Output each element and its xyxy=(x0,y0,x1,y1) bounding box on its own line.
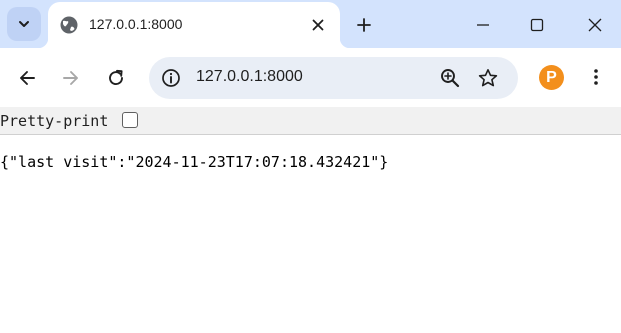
back-arrow-icon xyxy=(20,71,35,85)
pretty-print-bar: Pretty-print xyxy=(0,107,621,135)
plus-icon xyxy=(357,18,371,32)
omnibox[interactable]: 127.0.0.1:8000 xyxy=(149,57,518,99)
zoom-button[interactable] xyxy=(438,66,462,90)
profile-avatar[interactable]: P xyxy=(539,65,564,90)
menu-button[interactable] xyxy=(584,65,608,89)
back-button[interactable] xyxy=(14,65,40,91)
active-tab[interactable]: 127.0.0.1:8000 xyxy=(38,2,350,48)
window-close-icon xyxy=(588,18,602,32)
reload-icon xyxy=(109,69,123,86)
kebab-menu-icon xyxy=(594,69,598,85)
minimize-icon xyxy=(477,24,489,26)
globe-icon xyxy=(60,16,78,34)
forward-arrow-icon xyxy=(63,71,78,85)
pretty-print-checkbox[interactable] xyxy=(122,112,138,128)
bookmark-button[interactable] xyxy=(476,66,500,90)
chevron-down-icon xyxy=(19,21,29,27)
profile-letter: P xyxy=(546,68,557,86)
star-icon xyxy=(478,69,498,87)
window-close-button[interactable] xyxy=(582,12,608,38)
pretty-print-label: Pretty-print xyxy=(0,112,109,130)
maximize-button[interactable] xyxy=(524,12,550,38)
url-text[interactable]: 127.0.0.1:8000 xyxy=(196,68,303,86)
info-icon xyxy=(162,69,180,87)
zoom-icon xyxy=(441,69,460,88)
maximize-icon xyxy=(530,18,544,32)
tab-search-button[interactable] xyxy=(7,7,41,41)
toolbar: 127.0.0.1:8000 P xyxy=(0,48,621,107)
json-content: {"last visit":"2024-11-23T17:07:18.43242… xyxy=(0,153,389,171)
new-tab-button[interactable] xyxy=(352,13,376,37)
minimize-button[interactable] xyxy=(470,12,496,38)
reload-button[interactable] xyxy=(103,65,129,91)
close-icon xyxy=(312,19,324,31)
site-info-button[interactable] xyxy=(159,66,183,90)
forward-button[interactable] xyxy=(58,65,84,91)
tab-title: 127.0.0.1:8000 xyxy=(89,16,183,32)
tab-close-button[interactable] xyxy=(307,14,329,36)
tab-strip: 127.0.0.1:8000 xyxy=(0,0,621,48)
